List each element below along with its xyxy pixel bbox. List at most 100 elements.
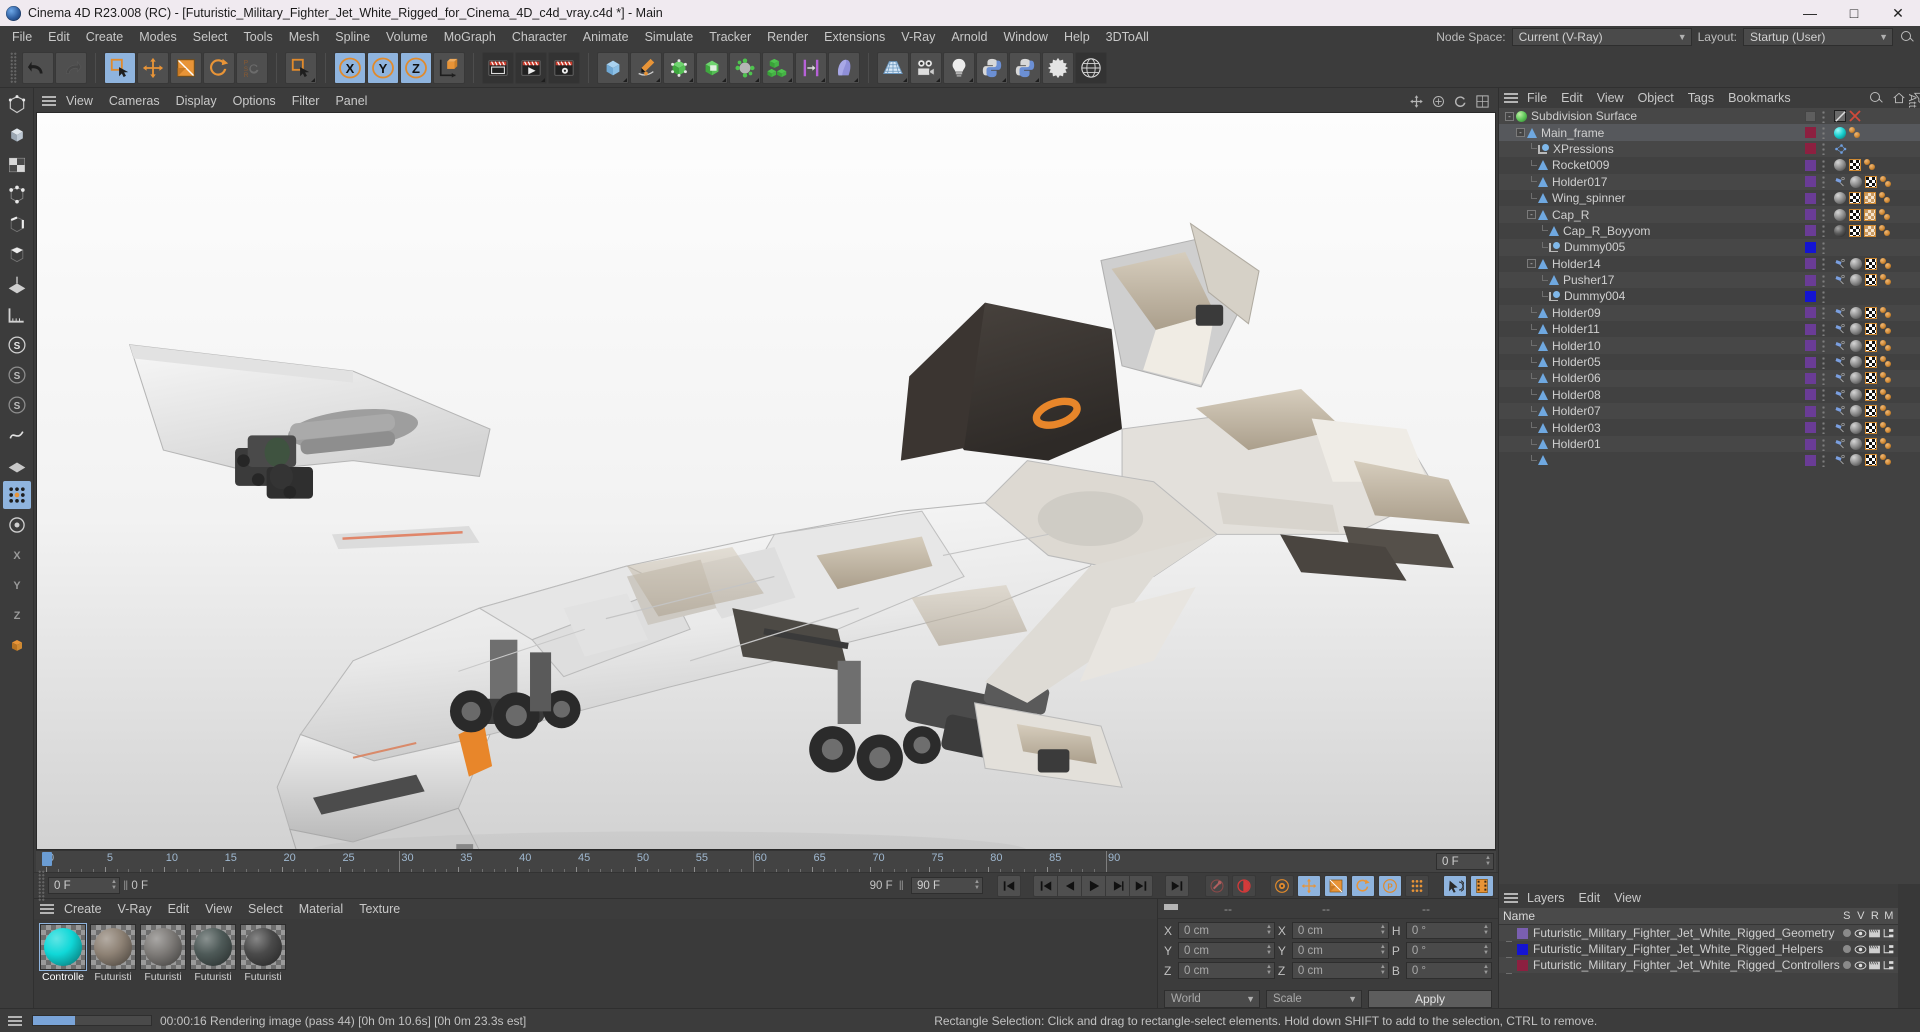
object-layer-color[interactable] bbox=[1804, 176, 1816, 188]
object-layer-color[interactable] bbox=[1804, 290, 1816, 302]
object-row[interactable]: Holder07 bbox=[1499, 403, 1920, 420]
vray-tag-icon[interactable] bbox=[1879, 388, 1894, 401]
object-manager-icons[interactable] bbox=[1868, 90, 1920, 107]
vray-tag-icon[interactable] bbox=[1879, 438, 1894, 450]
spinner-icon[interactable]: ▲ ▼ bbox=[1380, 944, 1386, 956]
object-layer-color[interactable] bbox=[1804, 159, 1816, 171]
object-tree[interactable]: - Subdivision Surface - Main_frame XPression… bbox=[1499, 108, 1920, 884]
material-menu-create[interactable]: Create bbox=[56, 901, 110, 917]
timeline-end-field[interactable]: 0 F ▲ ▼ bbox=[1436, 853, 1494, 870]
rail-point-mode[interactable] bbox=[3, 181, 31, 209]
size-mode-dropdown[interactable]: Scale ▼ bbox=[1266, 990, 1362, 1008]
texture-tag-icon[interactable] bbox=[1863, 208, 1876, 221]
plugin-button[interactable] bbox=[1042, 51, 1074, 84]
close-button[interactable]: ✕ bbox=[1876, 0, 1920, 26]
material-swatch[interactable]: Futuristi bbox=[190, 924, 236, 1003]
material-tag-icon[interactable] bbox=[1849, 438, 1862, 450]
material-tag-icon[interactable] bbox=[1849, 356, 1862, 369]
manager-icon[interactable] bbox=[1882, 960, 1896, 971]
coordinates-menu-icon[interactable] bbox=[1162, 902, 1180, 916]
object-row[interactable]: Holder10 bbox=[1499, 337, 1920, 354]
vray-tag-icon[interactable] bbox=[1879, 257, 1894, 270]
object-layer-color[interactable] bbox=[1804, 340, 1816, 352]
object-row[interactable]: Holder08 bbox=[1499, 386, 1920, 404]
coordinates-buttons[interactable]: World ▼ Scale ▼ Apply bbox=[1158, 986, 1498, 1008]
floor-button[interactable] bbox=[877, 51, 909, 84]
redo-button[interactable] bbox=[55, 51, 87, 84]
uv-tag-icon[interactable] bbox=[1864, 372, 1877, 385]
object-visibility-dots[interactable] bbox=[1820, 437, 1827, 451]
object-row[interactable]: Holder03 bbox=[1499, 419, 1920, 436]
viewport-3d[interactable] bbox=[36, 112, 1496, 850]
object-layer-color[interactable] bbox=[1804, 454, 1816, 466]
object-manager-menu[interactable]: File Edit View Object Tags Bookmarks bbox=[1499, 88, 1920, 108]
lock-x-button[interactable]: X bbox=[334, 51, 366, 84]
left-tool-rail[interactable]: S S S X Y Z bbox=[0, 88, 34, 1008]
playhead[interactable] bbox=[42, 852, 52, 866]
object-layer-color[interactable] bbox=[1804, 307, 1816, 319]
material-preview[interactable] bbox=[190, 924, 236, 970]
manager-icon[interactable] bbox=[1882, 928, 1896, 939]
material-swatch[interactable]: Futuristi bbox=[240, 924, 286, 1003]
phong-tag-icon[interactable] bbox=[1834, 389, 1847, 401]
object-visibility-dots[interactable] bbox=[1820, 208, 1827, 222]
coordinate-field-p[interactable]: 0 ° ▲ ▼ bbox=[1405, 942, 1492, 959]
python-generator-button[interactable] bbox=[1009, 51, 1041, 84]
vray-tag-icon[interactable] bbox=[1879, 306, 1894, 319]
object-visibility-dots[interactable] bbox=[1820, 126, 1827, 140]
vray-tag-icon[interactable] bbox=[1879, 323, 1894, 335]
phong-tag-icon[interactable] bbox=[1834, 340, 1847, 352]
menu-item-select[interactable]: Select bbox=[185, 28, 236, 46]
object-menu-object[interactable]: Object bbox=[1631, 90, 1681, 106]
object-layer-color[interactable] bbox=[1804, 209, 1816, 221]
lock-z-button[interactable]: Z bbox=[400, 51, 432, 84]
menu-item-tracker[interactable]: Tracker bbox=[701, 28, 759, 46]
render-icon[interactable] bbox=[1868, 928, 1882, 939]
object-visibility-dots[interactable] bbox=[1820, 388, 1827, 402]
main-toolbar[interactable]: PSR X Y Z bbox=[0, 48, 1920, 88]
vray-tag-icon[interactable] bbox=[1863, 159, 1878, 171]
python-button[interactable] bbox=[976, 51, 1008, 84]
uv-tag-icon[interactable] bbox=[1864, 175, 1877, 188]
layer-row[interactable]: Futuristic_Military_Fighter_Jet_White_Ri… bbox=[1499, 941, 1920, 958]
parameter-key-button[interactable]: P bbox=[1378, 874, 1402, 897]
texture-tag-icon[interactable] bbox=[1863, 192, 1876, 205]
material-tag-icon[interactable] bbox=[1849, 454, 1862, 467]
viewport-menu-display[interactable]: Display bbox=[168, 92, 225, 110]
object-row[interactable]: Pusher17 bbox=[1499, 271, 1920, 289]
object-row[interactable]: Holder05 bbox=[1499, 353, 1920, 371]
keyframe-selection-button[interactable] bbox=[1270, 874, 1294, 897]
coordinate-field-y[interactable]: 0 cm ▲ ▼ bbox=[1291, 942, 1389, 959]
object-layer-color[interactable] bbox=[1804, 241, 1816, 253]
viewport-menu-icon[interactable] bbox=[40, 94, 58, 108]
object-menu-icon[interactable] bbox=[1502, 91, 1520, 105]
phong-tag-icon[interactable] bbox=[1834, 438, 1847, 450]
viewport-nav-icons[interactable] bbox=[1409, 94, 1490, 109]
material-menu-v-ray[interactable]: V-Ray bbox=[110, 901, 160, 917]
material-tag-icon[interactable] bbox=[1849, 257, 1862, 270]
render-icon[interactable] bbox=[1868, 944, 1882, 955]
camera-button[interactable] bbox=[910, 51, 942, 84]
rail-texture-mode[interactable] bbox=[3, 151, 31, 179]
uv-tag-icon[interactable] bbox=[1864, 405, 1877, 418]
play-button[interactable] bbox=[1081, 874, 1105, 897]
vray-tag-icon[interactable] bbox=[1878, 192, 1893, 204]
delete-tag-icon[interactable] bbox=[1849, 110, 1861, 122]
material-tag-icon[interactable] bbox=[1849, 388, 1862, 401]
coordinate-field-z[interactable]: 0 cm ▲ ▼ bbox=[1291, 962, 1389, 979]
move-tool-button[interactable] bbox=[137, 51, 169, 84]
material-tag-icon[interactable] bbox=[1849, 405, 1862, 418]
material-menu-texture[interactable]: Texture bbox=[351, 901, 408, 917]
viewport-menu-panel[interactable]: Panel bbox=[327, 92, 375, 110]
go-to-previous-key-button[interactable] bbox=[1033, 874, 1057, 897]
eye-icon[interactable] bbox=[1854, 944, 1868, 955]
viewport-menu-filter[interactable]: Filter bbox=[284, 92, 328, 110]
object-layer-color[interactable] bbox=[1804, 389, 1816, 401]
rail-workplane-mode[interactable] bbox=[3, 271, 31, 299]
object-row[interactable]: Holder06 bbox=[1499, 370, 1920, 387]
menu-item-character[interactable]: Character bbox=[504, 28, 575, 46]
spinner-icon[interactable]: ▲ ▼ bbox=[1483, 944, 1489, 956]
phong-tag-icon[interactable] bbox=[1834, 307, 1847, 319]
object-row[interactable]: - Holder14 bbox=[1499, 255, 1920, 272]
spinner-icon[interactable]: ▲ ▼ bbox=[1485, 855, 1491, 867]
